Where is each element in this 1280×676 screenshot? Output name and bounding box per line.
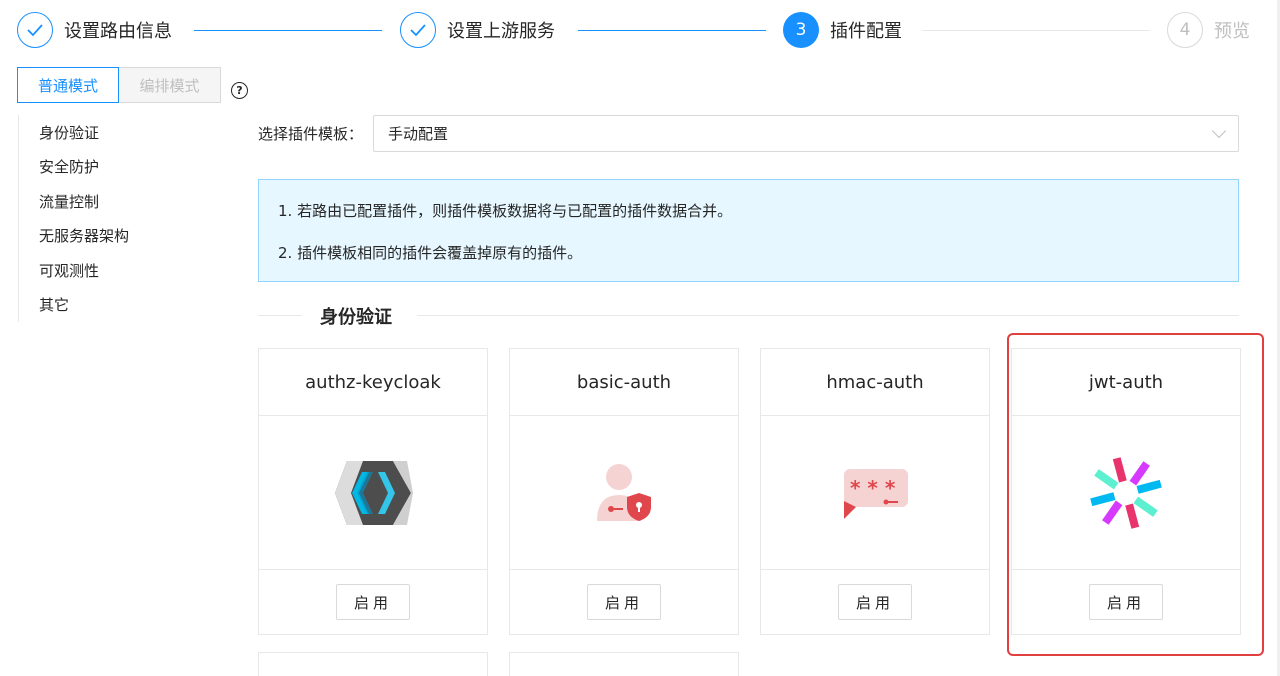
template-select-label: 选择插件模板：	[258, 125, 364, 143]
sidebar-item-serverless[interactable]: 无服务器架构	[19, 219, 218, 254]
step-connector	[578, 30, 766, 31]
highlight-box	[1007, 333, 1264, 656]
enable-button[interactable]: 启用	[336, 584, 410, 620]
template-select-value: 手动配置	[388, 125, 449, 143]
plugin-card-title: hmac-auth	[761, 349, 989, 416]
alert-line: 2. 插件模板相同的插件会覆盖掉原有的插件。	[278, 244, 583, 262]
step-number: 4	[1167, 12, 1203, 48]
basic-auth-icon	[597, 463, 651, 521]
step-label: 插件配置	[830, 21, 902, 42]
step-upstream: 设置上游服务	[400, 12, 555, 48]
plugin-card-authz-keycloak: authz-keycloak 启用	[258, 348, 488, 635]
plugin-card-title: authz-keycloak	[259, 349, 487, 416]
sidebar-item-security[interactable]: 安全防护	[19, 150, 218, 185]
plugin-card-hmac-auth: hmac-auth * * * 启用	[760, 348, 990, 635]
mode-tabs: 普通模式 编排模式	[17, 67, 221, 103]
category-sidebar: 身份验证 安全防护 流量控制 无服务器架构 可观测性 其它	[18, 115, 218, 322]
plugin-card-partial	[258, 652, 488, 676]
svg-text:* * *: * * *	[850, 476, 896, 500]
hmac-auth-icon: * * *	[844, 468, 908, 519]
chevron-down-icon	[1211, 123, 1227, 139]
step-connector	[922, 30, 1150, 31]
tab-normal-mode[interactable]: 普通模式	[17, 67, 119, 103]
sidebar-item-authentication[interactable]: 身份验证	[19, 115, 218, 150]
plugin-card-basic-auth: basic-auth 启用	[509, 348, 739, 635]
step-route-info: 设置路由信息	[17, 12, 172, 48]
tab-orchestration-mode[interactable]: 编排模式	[119, 67, 221, 103]
alert-line: 1. 若路由已配置插件，则插件模板数据将与已配置的插件数据合并。	[278, 202, 733, 220]
section-divider: 身份验证	[258, 303, 1239, 328]
info-alert: 1. 若路由已配置插件，则插件模板数据将与已配置的插件数据合并。 2. 插件模板…	[258, 179, 1239, 282]
template-select[interactable]: 手动配置	[373, 115, 1239, 152]
sidebar-item-traffic-control[interactable]: 流量控制	[19, 184, 218, 219]
plugin-card-title: basic-auth	[510, 349, 738, 416]
step-plugin-config: 3 插件配置	[783, 12, 902, 48]
step-label: 设置上游服务	[447, 21, 555, 42]
step-connector	[194, 30, 382, 31]
steps-bar: 设置路由信息 设置上游服务 3 插件配置 4 预览	[0, 0, 1280, 60]
enable-button[interactable]: 启用	[838, 584, 912, 620]
check-icon	[400, 12, 436, 48]
keycloak-icon	[335, 460, 413, 525]
step-label: 预览	[1214, 21, 1250, 42]
sidebar-item-observability[interactable]: 可观测性	[19, 253, 218, 288]
plugin-card-partial	[509, 652, 739, 676]
check-icon	[17, 12, 53, 48]
step-number: 3	[783, 12, 819, 48]
step-preview: 4 预览	[1167, 12, 1250, 48]
enable-button[interactable]: 启用	[587, 584, 661, 620]
step-label: 设置路由信息	[64, 21, 172, 42]
sidebar-item-other[interactable]: 其它	[19, 288, 218, 323]
help-icon[interactable]: ?	[231, 82, 248, 99]
section-title: 身份验证	[320, 307, 392, 328]
